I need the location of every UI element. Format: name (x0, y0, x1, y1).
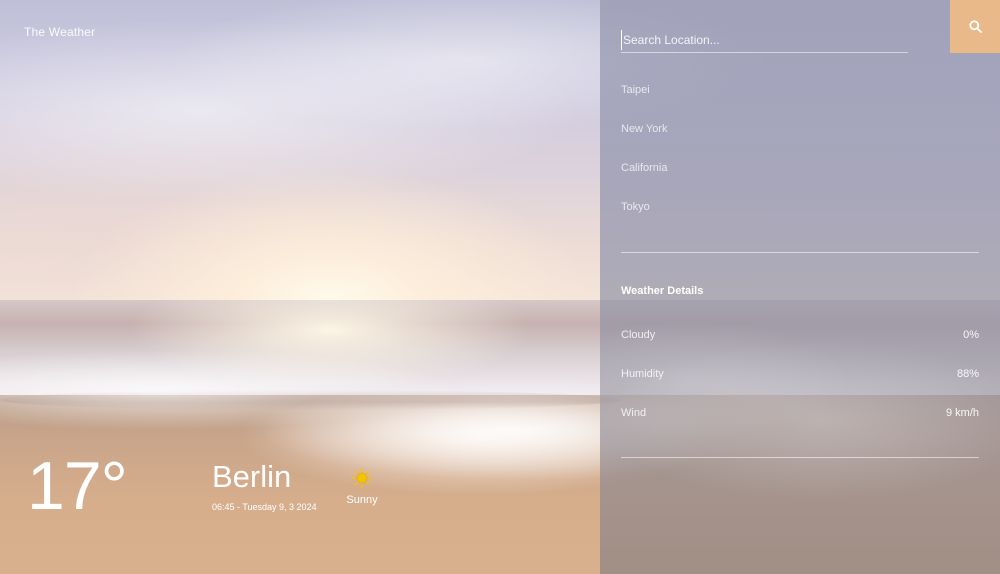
date-time: 06:45 - Tuesday 9, 3 2024 (212, 502, 317, 512)
location-item-taipei[interactable]: Taipei (621, 84, 979, 123)
side-panel: Taipei New York California Tokyo Weather… (600, 0, 1000, 574)
search-bar (621, 30, 908, 53)
search-icon (968, 20, 982, 33)
detail-label: Cloudy (621, 329, 656, 341)
city-name: Berlin (212, 459, 292, 494)
detail-label: Humidity (621, 368, 664, 380)
weather-details-title: Weather Details (621, 285, 704, 297)
search-input[interactable] (621, 30, 903, 50)
app-title[interactable]: The Weather (24, 25, 95, 39)
recent-locations-list: Taipei New York California Tokyo (621, 84, 979, 240)
location-item-new-york[interactable]: New York (621, 123, 979, 162)
current-temperature: 17° (27, 448, 128, 524)
weather-details: Cloudy 0% Humidity 88% Wind 9 km/h (621, 329, 979, 446)
location-item-california[interactable]: California (621, 162, 979, 201)
detail-row-cloudy: Cloudy 0% (621, 329, 979, 368)
search-button[interactable] (950, 0, 1000, 53)
detail-value: 0% (963, 329, 979, 341)
detail-value: 88% (956, 368, 979, 380)
weather-condition: Sunny (340, 467, 384, 506)
sun-icon (351, 467, 373, 489)
detail-value: 9 km/h (945, 407, 979, 419)
location-item-tokyo[interactable]: Tokyo (621, 201, 979, 240)
condition-label: Sunny (346, 494, 378, 506)
divider (621, 457, 979, 458)
detail-row-wind: Wind 9 km/h (621, 407, 979, 446)
detail-label: Wind (621, 407, 647, 419)
detail-row-humidity: Humidity 88% (621, 368, 979, 407)
location-info: Berlin 06:45 - Tuesday 9, 3 2024 (212, 458, 317, 512)
divider (621, 252, 979, 253)
